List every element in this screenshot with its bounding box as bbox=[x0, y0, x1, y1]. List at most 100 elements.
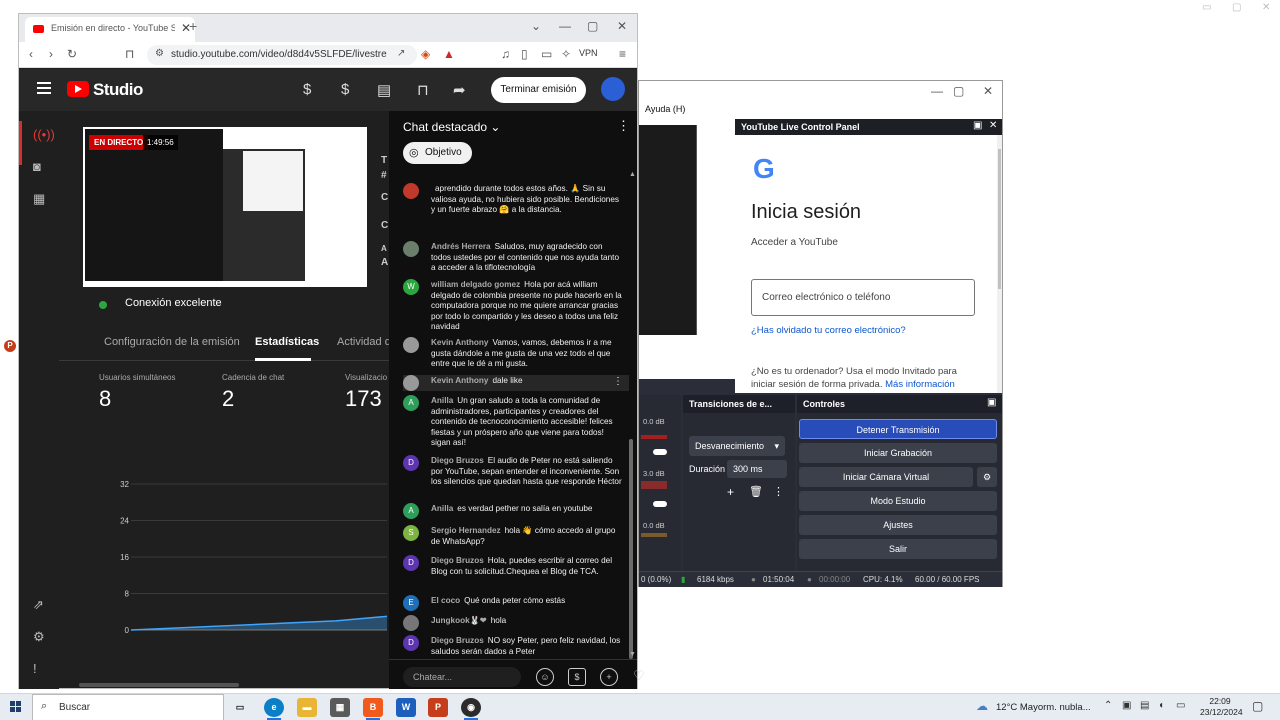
chat-author[interactable]: Andrés Herrera bbox=[431, 242, 491, 251]
avatar[interactable] bbox=[601, 77, 625, 101]
tab-stream-settings[interactable]: Configuración de la emisión bbox=[104, 336, 240, 348]
word-icon[interactable]: W bbox=[396, 698, 416, 717]
live-broadcast-icon[interactable]: ((•)) bbox=[33, 127, 55, 142]
scroll-down-icon[interactable]: ▼ bbox=[629, 651, 636, 658]
email-field[interactable]: Correo electrónico o teléfono bbox=[751, 279, 975, 316]
clock[interactable]: 22:09 23/12/2024 bbox=[1200, 696, 1243, 718]
tray-app-icon[interactable]: ▣ bbox=[1122, 700, 1131, 711]
desktop-powerpoint-icon[interactable]: P bbox=[4, 340, 16, 352]
tab-activity[interactable]: Actividad de bbox=[337, 336, 397, 348]
transition-select[interactable]: Desvanecimiento ▾ bbox=[689, 436, 785, 456]
music-icon[interactable]: ♫ bbox=[501, 47, 510, 61]
virtual-camera-gear-icon[interactable]: ⚙ bbox=[977, 467, 997, 487]
chat-author[interactable]: william delgado gomez bbox=[431, 280, 520, 289]
exit-button[interactable]: Salir bbox=[799, 539, 997, 559]
mixer-slider[interactable] bbox=[653, 501, 667, 507]
controls-undock-icon[interactable]: ▣ bbox=[987, 397, 996, 408]
chat-author[interactable]: Sergio Hernandez bbox=[431, 526, 501, 535]
emoji-icon[interactable]: ☺ bbox=[536, 668, 554, 686]
panel-close-icon[interactable]: ✕ bbox=[989, 120, 997, 131]
menu-icon[interactable]: ≡ bbox=[619, 47, 626, 61]
share-arrow-icon[interactable]: ➦ bbox=[453, 81, 466, 99]
chat-scrollbar[interactable] bbox=[629, 439, 633, 659]
sidebar-icon[interactable]: ▯ bbox=[521, 47, 528, 61]
chat-message[interactable]: Kevin Anthony dale like ⋮ bbox=[403, 375, 629, 391]
more-options-icon[interactable]: ⋮ bbox=[617, 118, 630, 134]
share-icon[interactable]: ↗ bbox=[397, 48, 405, 59]
obs-minimize-icon[interactable]: — bbox=[931, 84, 943, 98]
camera-icon[interactable]: ◙ bbox=[33, 159, 41, 174]
site-info-icon[interactable]: ⚙ bbox=[155, 48, 164, 59]
minimize-icon[interactable]: — bbox=[559, 19, 571, 33]
monetization-icon[interactable]: $ bbox=[303, 81, 311, 98]
forward-icon[interactable]: › bbox=[49, 47, 53, 61]
obs-icon[interactable]: ◉ bbox=[461, 698, 481, 717]
network-icon[interactable]: ▤ bbox=[1140, 700, 1149, 711]
duration-field[interactable]: 300 ms bbox=[727, 460, 787, 478]
bookmark-flag-icon[interactable]: ⊓ bbox=[417, 81, 429, 99]
goal-button[interactable]: ◎ Objetivo bbox=[403, 142, 472, 164]
start-recording-button[interactable]: Iniciar Grabación bbox=[799, 443, 997, 463]
add-icon[interactable]: + bbox=[600, 668, 618, 686]
stop-streaming-button[interactable]: Detener Transmisión bbox=[799, 419, 997, 439]
settings-button[interactable]: Ajustes bbox=[799, 515, 997, 535]
add-transition-icon[interactable]: + bbox=[727, 485, 734, 499]
message-options-icon[interactable]: ⋮ bbox=[613, 376, 623, 387]
chat-mode-dropdown[interactable]: Chat destacado ⌄ bbox=[403, 120, 500, 134]
chat-author[interactable]: Jungkook🐰❤ bbox=[431, 616, 487, 625]
chat-author[interactable]: Kevin Anthony bbox=[431, 338, 488, 347]
volume-icon[interactable]: ◖ bbox=[1158, 700, 1164, 711]
studio-mode-button[interactable]: Modo Estudio bbox=[799, 491, 997, 511]
end-stream-button[interactable]: Terminar emisión bbox=[491, 77, 586, 103]
brave-icon[interactable]: B bbox=[363, 698, 383, 717]
mixer-slider[interactable] bbox=[653, 449, 667, 455]
reload-icon[interactable]: ↻ bbox=[67, 47, 77, 61]
signin-scrollbar[interactable] bbox=[997, 135, 1002, 393]
learn-more-link[interactable]: Más información bbox=[885, 379, 955, 390]
obs-close-icon[interactable]: ✕ bbox=[983, 84, 993, 98]
settings-gear-icon[interactable]: ⚙ bbox=[33, 629, 45, 645]
taskbar-search[interactable]: ⌕ Buscar bbox=[32, 694, 224, 720]
vpn-button[interactable]: VPN bbox=[579, 48, 598, 58]
virtual-camera-button[interactable]: Iniciar Cámara Virtual bbox=[799, 467, 973, 487]
tab-statistics[interactable]: Estadísticas bbox=[255, 336, 319, 348]
transition-menu-icon[interactable]: ⋮ bbox=[773, 485, 784, 498]
obs-maximize-icon[interactable]: ▢ bbox=[953, 84, 964, 98]
task-view-icon[interactable]: ▭ bbox=[230, 698, 250, 717]
tab-search-chevron-icon[interactable]: ⌄ bbox=[531, 19, 541, 33]
youtube-logo-icon[interactable] bbox=[67, 81, 89, 97]
chat-author[interactable]: El coco bbox=[431, 596, 460, 605]
supers-icon[interactable]: $ bbox=[341, 81, 349, 98]
hamburger-menu-icon[interactable] bbox=[37, 82, 51, 94]
edge-icon[interactable]: e bbox=[264, 698, 284, 717]
chat-input[interactable]: Chatear... bbox=[403, 667, 521, 687]
supers-chat-icon[interactable]: $ bbox=[568, 668, 586, 686]
chat-author[interactable]: Diego Bruzos bbox=[431, 556, 484, 565]
notifications-icon[interactable]: ▢ bbox=[1252, 699, 1263, 713]
powerpoint-icon[interactable]: P bbox=[428, 698, 448, 717]
chat-author[interactable]: Anilla bbox=[431, 396, 453, 405]
scroll-up-icon[interactable]: ▲ bbox=[629, 171, 636, 178]
windows-start-icon[interactable] bbox=[10, 701, 22, 713]
bookmark-icon[interactable]: ⊓ bbox=[125, 47, 134, 61]
tray-chevron-icon[interactable]: ⌃ bbox=[1104, 700, 1112, 711]
url-field[interactable]: ⚙ studio.youtube.com/video/d8d4v5SLFDE/l… bbox=[147, 45, 417, 65]
trash-icon[interactable]: 🗑 bbox=[749, 485, 763, 498]
scroll-thumb[interactable] bbox=[998, 149, 1001, 289]
weather-text[interactable]: 12°C Mayorm. nubla... bbox=[996, 702, 1091, 713]
file-explorer-icon[interactable]: ▬ bbox=[297, 698, 317, 717]
stream-preview[interactable] bbox=[83, 127, 367, 287]
forgot-email-link[interactable]: ¿Has olvidado tu correo electrónico? bbox=[751, 325, 906, 336]
calendar-icon[interactable]: ▦ bbox=[33, 191, 45, 207]
close-window-icon[interactable]: ✕ bbox=[617, 19, 627, 33]
back-icon[interactable]: ‹ bbox=[29, 47, 33, 61]
chat-author[interactable]: Diego Bruzos bbox=[431, 456, 484, 465]
external-link-icon[interactable]: ⇗ bbox=[33, 597, 44, 613]
browser-tab[interactable]: Emisión en directo - YouTube S ✕ bbox=[25, 17, 195, 42]
clapperboard-icon[interactable]: ▤ bbox=[377, 81, 391, 99]
menu-help[interactable]: Ayuda (H) bbox=[645, 104, 685, 114]
chat-author[interactable]: Diego Bruzos bbox=[431, 636, 484, 645]
horizontal-scrollbar[interactable] bbox=[79, 683, 239, 687]
heart-icon[interactable]: ♡ bbox=[630, 668, 648, 686]
chat-author[interactable]: Kevin Anthony bbox=[431, 376, 488, 385]
